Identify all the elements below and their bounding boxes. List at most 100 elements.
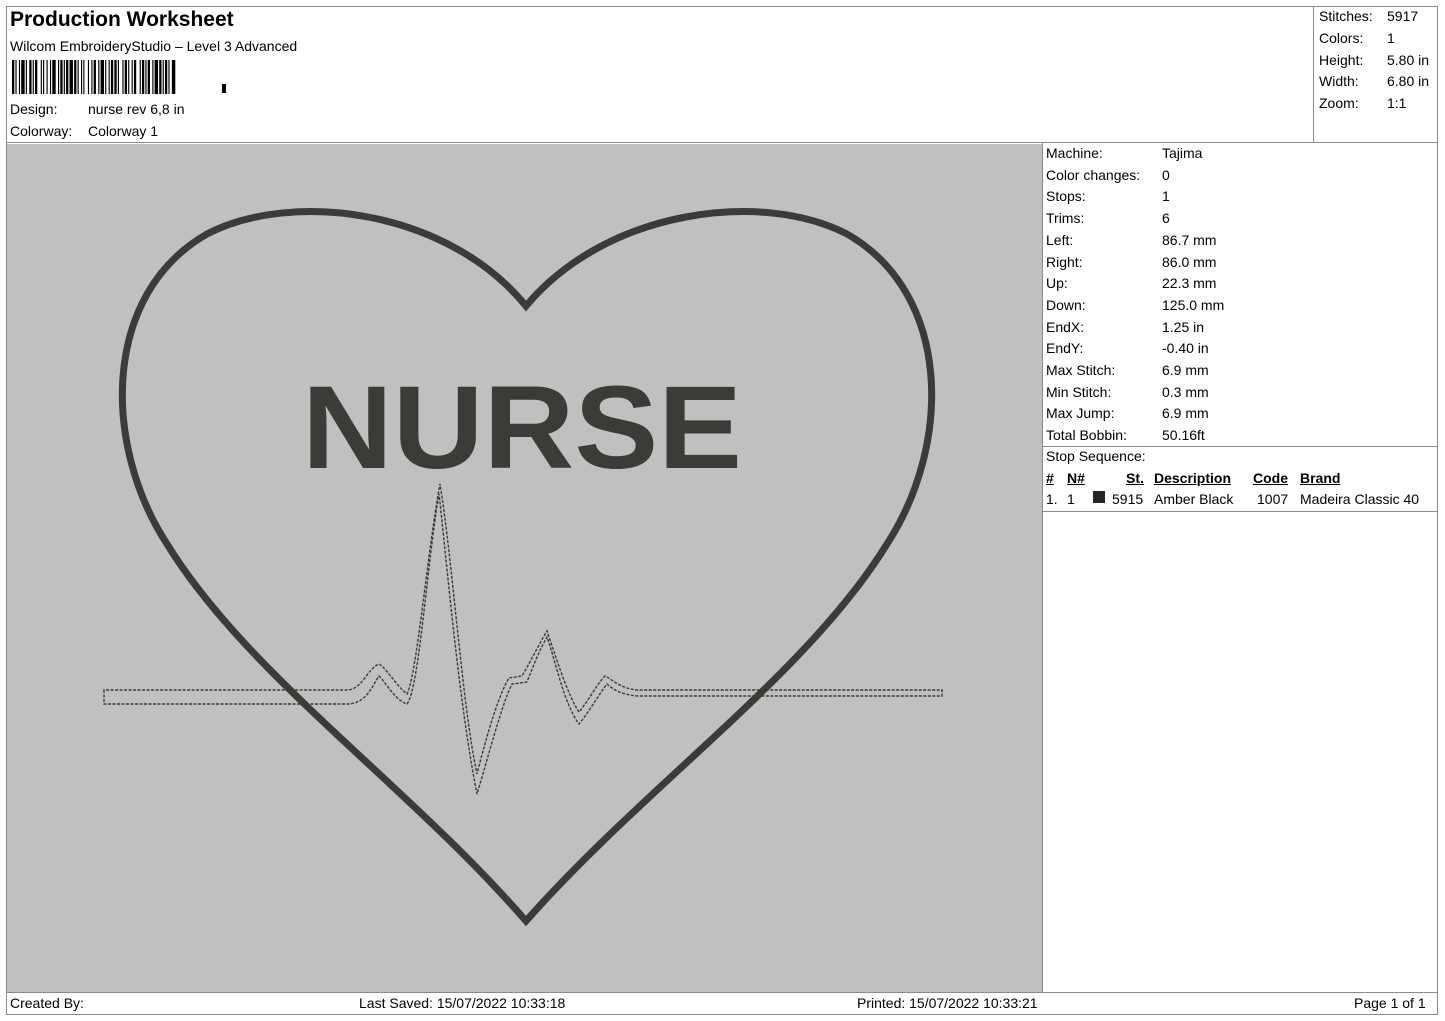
- barcode-bar: [93, 60, 96, 94]
- barcode-bar: [29, 60, 32, 94]
- created-by: Created By:: [10, 995, 84, 1011]
- summary-value: 5.80 in: [1387, 52, 1430, 68]
- detail-row: Total Bobbin: 50.16ft: [1046, 427, 1205, 443]
- page-number: Page 1 of 1: [1354, 995, 1426, 1011]
- barcode-bar: [168, 60, 170, 94]
- embroidery-design: NURSE: [103, 208, 943, 927]
- colorway-value: Colorway 1: [88, 123, 159, 139]
- detail-label: Trims:: [1046, 210, 1085, 227]
- barcode-bar: [77, 60, 79, 94]
- barcode-bar: [108, 60, 110, 94]
- design-text: NURSE: [302, 362, 742, 494]
- colorway-label: Colorway:: [10, 123, 73, 139]
- thread-color-swatch: [1093, 491, 1105, 503]
- barcode-bar: [58, 60, 60, 94]
- barcode-bar: [43, 60, 45, 94]
- barcode: [12, 60, 226, 94]
- detail-label: Total Bobbin:: [1046, 427, 1127, 444]
- detail-value: 6.9 mm: [1162, 362, 1209, 378]
- barcode-bar: [139, 60, 141, 94]
- barcode-bar: [114, 60, 117, 94]
- detail-label: Color changes:: [1046, 166, 1141, 183]
- summary-label: Stitches:: [1319, 8, 1373, 24]
- detail-label: Max Jump:: [1046, 405, 1115, 422]
- summary-label: Height:: [1319, 52, 1364, 68]
- summary-label: Zoom:: [1319, 95, 1359, 111]
- summary-label: Width:: [1319, 73, 1359, 89]
- software-name: Wilcom EmbroideryStudio – Level 3 Advanc…: [10, 38, 298, 54]
- printed-date: Printed: 15/07/2022 10:33:21: [857, 995, 1038, 1011]
- detail-row: EndY: -0.40 in: [1046, 340, 1209, 356]
- barcode-bar: [141, 60, 145, 94]
- barcode-bar: [87, 60, 90, 94]
- detail-value: Tajima: [1162, 145, 1203, 161]
- barcode-bar: [74, 60, 77, 94]
- detail-row: Min Stitch: 0.3 mm: [1046, 384, 1209, 400]
- barcode-bar: [66, 60, 69, 94]
- barcode-bar: [152, 60, 154, 94]
- detail-value: 50.16ft: [1162, 427, 1205, 444]
- barcode-bar: [159, 60, 162, 94]
- summary-label: Colors:: [1319, 30, 1364, 46]
- design-preview: NURSE: [7, 144, 1042, 992]
- barcode-bar: [91, 60, 93, 94]
- detail-label: Max Stitch:: [1046, 362, 1116, 378]
- details-divider: [1042, 446, 1438, 447]
- detail-label: Min Stitch:: [1046, 383, 1112, 400]
- detail-row: Max Stitch: 6.9 mm: [1046, 362, 1209, 378]
- stop-sequence-title: Stop Sequence:: [1046, 448, 1146, 464]
- detail-row: Down: 125.0 mm: [1046, 297, 1224, 313]
- detail-label: EndY:: [1046, 340, 1084, 357]
- detail-row: Right: 86.0 mm: [1046, 254, 1216, 270]
- detail-value: 1: [1162, 188, 1170, 205]
- heart-outline: [118, 208, 936, 927]
- barcode-bar: [124, 60, 127, 94]
- barcode-bar: [12, 60, 15, 94]
- design-value: nurse rev 6,8 in: [88, 101, 185, 117]
- detail-label: Up:: [1046, 275, 1068, 292]
- detail-label: Right:: [1046, 253, 1083, 270]
- barcode-bar: [162, 60, 164, 94]
- col-code-header: Code: [1253, 470, 1288, 486]
- summary-value: 1: [1387, 30, 1395, 46]
- barcode-bar: [171, 60, 176, 94]
- row-brand: Madeira Classic 40: [1300, 491, 1420, 507]
- summary-divider: [1313, 6, 1314, 142]
- row-description: Amber Black: [1154, 491, 1234, 507]
- barcode-bar: [40, 60, 42, 94]
- summary-height: Height: 5.80 in: [1319, 52, 1429, 68]
- col-brand-header: Brand: [1300, 470, 1341, 486]
- barcode-bar: [100, 60, 104, 94]
- summary-stitches: Stitches: 5917: [1319, 8, 1418, 24]
- detail-value: 86.7 mm: [1162, 231, 1217, 248]
- detail-value: 6: [1162, 210, 1170, 227]
- detail-row: Machine: Tajima: [1046, 145, 1202, 161]
- barcode-bar: [110, 60, 114, 94]
- barcode-bar: [154, 60, 159, 94]
- barcode-bar: [46, 60, 48, 94]
- detail-value: 125.0 mm: [1162, 296, 1225, 313]
- barcode-bar: [32, 60, 34, 94]
- detail-value: 6.9 mm: [1162, 405, 1209, 422]
- detail-value: 86.0 mm: [1162, 253, 1217, 270]
- barcode-bar: [49, 60, 52, 94]
- detail-row: Up: 22.3 mm: [1046, 275, 1216, 291]
- barcode-bar: [83, 60, 85, 94]
- col-n-header: N#: [1067, 470, 1085, 486]
- last-saved: Last Saved: 15/07/2022 10:33:18: [359, 995, 566, 1011]
- header-divider: [6, 142, 1438, 143]
- detail-row: Trims: 6: [1046, 210, 1170, 226]
- design-label: Design:: [10, 101, 58, 117]
- detail-value: 1.25 in: [1162, 318, 1205, 335]
- footer-divider: [6, 992, 1438, 993]
- row-num: 1.: [1046, 491, 1058, 507]
- side-panel-divider: [1042, 142, 1043, 993]
- row-code: 1007: [1257, 491, 1289, 507]
- page-title: Production Worksheet: [10, 8, 234, 31]
- barcode-bar: [145, 60, 147, 94]
- detail-row: Left: 86.7 mm: [1046, 232, 1216, 248]
- barcode-bar: [18, 60, 21, 94]
- detail-row: EndX: 1.25 in: [1046, 319, 1204, 335]
- row-stitches: 5915: [1112, 491, 1144, 507]
- barcode-bar: [131, 60, 133, 94]
